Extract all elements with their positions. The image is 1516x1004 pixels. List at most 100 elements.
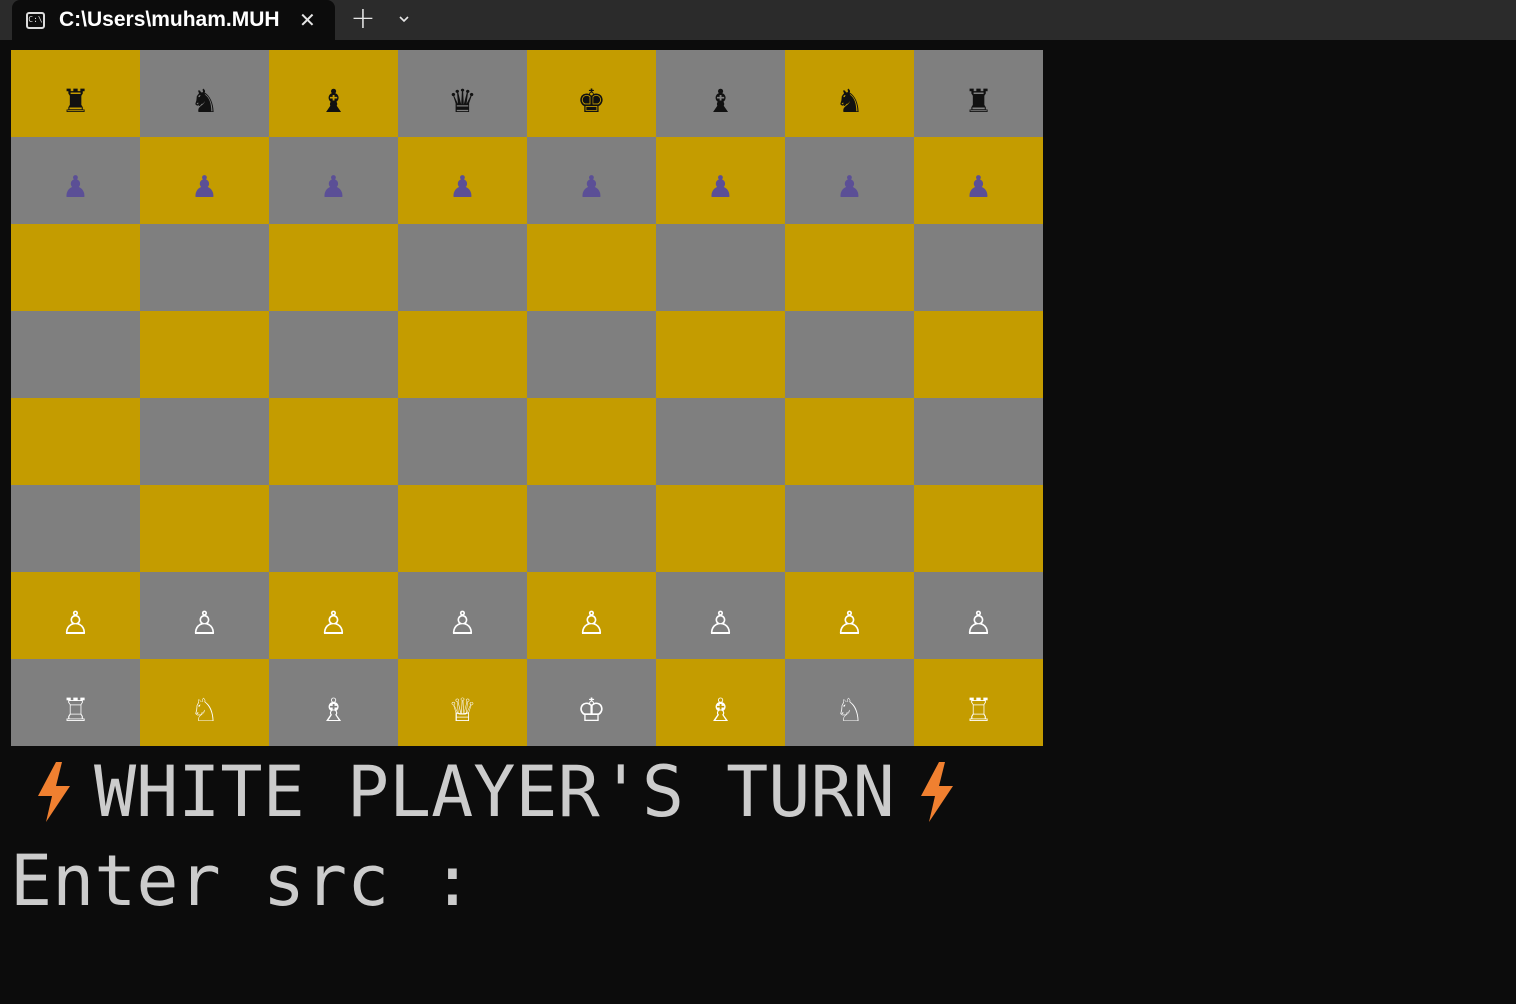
chess-piece: ♟: [836, 169, 863, 205]
board-square: [398, 485, 527, 572]
board-square: ♟: [398, 137, 527, 224]
title-bar: C:\ C:\Users\muham.MUH ✕ +: [0, 0, 1516, 40]
board-square: [914, 398, 1043, 485]
board-square: [785, 311, 914, 398]
board-square: ♖: [914, 659, 1043, 746]
chess-piece: ♟: [707, 169, 734, 205]
board-square: ♙: [527, 572, 656, 659]
board-square: [527, 224, 656, 311]
chevron-down-icon[interactable]: [392, 7, 416, 31]
board-square: [656, 311, 785, 398]
board-square: [140, 485, 269, 572]
terminal-tab[interactable]: C:\ C:\Users\muham.MUH ✕: [12, 0, 335, 40]
board-square: ♞: [785, 50, 914, 137]
board-square: ♜: [11, 50, 140, 137]
lightning-bolt-icon: [38, 762, 70, 822]
board-square: [527, 398, 656, 485]
chess-piece: ♚: [577, 81, 606, 120]
tab-title: C:\Users\muham.MUH: [59, 8, 280, 31]
chess-piece: ♙: [835, 603, 864, 642]
chess-piece: ♖: [61, 690, 90, 729]
chess-piece: ♕: [448, 690, 477, 729]
chess-board: ♜ ♞ ♝ ♛ ♚ ♝ ♞ ♜ ♟ ♟ ♟ ♟ ♟ ♟ ♟ ♟ ♙ ♙ ♙ ♙ ♙ ♙ ♙ ♙ ♖ ♘ ♗ ♕ ♔ ♗ ♘ ♖: [11, 50, 1043, 746]
chess-piece: ♙: [964, 603, 993, 642]
board-square: [914, 224, 1043, 311]
board-square: ♟: [11, 137, 140, 224]
board-square: ♟: [140, 137, 269, 224]
chess-piece: ♛: [448, 81, 477, 120]
board-square: ♟: [785, 137, 914, 224]
input-prompt[interactable]: Enter src :: [10, 840, 516, 922]
board-square: [398, 398, 527, 485]
board-square: [656, 224, 785, 311]
chess-piece: ♟: [965, 169, 992, 205]
chess-piece: ♞: [835, 81, 864, 120]
board-square: [914, 485, 1043, 572]
board-square: ♟: [656, 137, 785, 224]
chess-piece: ♖: [964, 690, 993, 729]
chess-piece: ♜: [964, 81, 993, 120]
board-square: ♙: [11, 572, 140, 659]
chess-piece: ♝: [319, 81, 348, 120]
board-square: [11, 485, 140, 572]
turn-indicator: WHITE PLAYER'S TURN: [32, 751, 957, 833]
board-square: [140, 398, 269, 485]
chess-piece: ♙: [577, 603, 606, 642]
board-square: [656, 398, 785, 485]
board-square: ♟: [914, 137, 1043, 224]
chess-piece: ♟: [449, 169, 476, 205]
chess-piece: ♙: [448, 603, 477, 642]
board-square: ♜: [914, 50, 1043, 137]
chess-piece: ♞: [190, 81, 219, 120]
board-square: ♟: [527, 137, 656, 224]
close-tab-icon[interactable]: ✕: [299, 8, 316, 32]
board-square: ♔: [527, 659, 656, 746]
board-square: ♙: [140, 572, 269, 659]
chess-piece: ♜: [61, 81, 90, 120]
board-square: [269, 311, 398, 398]
board-square: [269, 485, 398, 572]
chess-piece: ♘: [190, 690, 219, 729]
chess-piece: ♟: [191, 169, 218, 205]
board-square: [11, 311, 140, 398]
board-square: [785, 485, 914, 572]
chess-piece: ♗: [319, 690, 348, 729]
board-square: [398, 311, 527, 398]
board-square: [527, 485, 656, 572]
chess-piece: ♟: [62, 169, 89, 205]
board-square: ♙: [785, 572, 914, 659]
chess-piece: ♔: [577, 690, 606, 729]
chess-piece: ♟: [320, 169, 347, 205]
chess-piece: ♗: [706, 690, 735, 729]
board-square: [398, 224, 527, 311]
chess-piece: ♙: [706, 603, 735, 642]
board-square: [11, 398, 140, 485]
board-square: ♙: [656, 572, 785, 659]
board-square: [140, 311, 269, 398]
chess-piece: ♙: [61, 603, 90, 642]
board-square: ♗: [269, 659, 398, 746]
board-square: [269, 224, 398, 311]
chess-piece: ♟: [578, 169, 605, 205]
chess-piece: ♙: [190, 603, 219, 642]
board-square: ♘: [140, 659, 269, 746]
board-square: ♝: [269, 50, 398, 137]
board-square: [785, 398, 914, 485]
board-square: ♙: [269, 572, 398, 659]
board-square: ♘: [785, 659, 914, 746]
chess-piece: ♝: [706, 81, 735, 120]
board-square: ♝: [656, 50, 785, 137]
chess-piece: ♘: [835, 690, 864, 729]
new-tab-button[interactable]: +: [349, 1, 377, 36]
chess-piece: ♙: [319, 603, 348, 642]
turn-text: WHITE PLAYER'S TURN: [94, 751, 895, 833]
board-square: ♛: [398, 50, 527, 137]
board-square: [527, 311, 656, 398]
board-square: [269, 398, 398, 485]
board-square: [11, 224, 140, 311]
board-square: ♖: [11, 659, 140, 746]
board-square: ♕: [398, 659, 527, 746]
lightning-bolt-icon: [920, 762, 953, 822]
board-square: [140, 224, 269, 311]
board-square: [785, 224, 914, 311]
